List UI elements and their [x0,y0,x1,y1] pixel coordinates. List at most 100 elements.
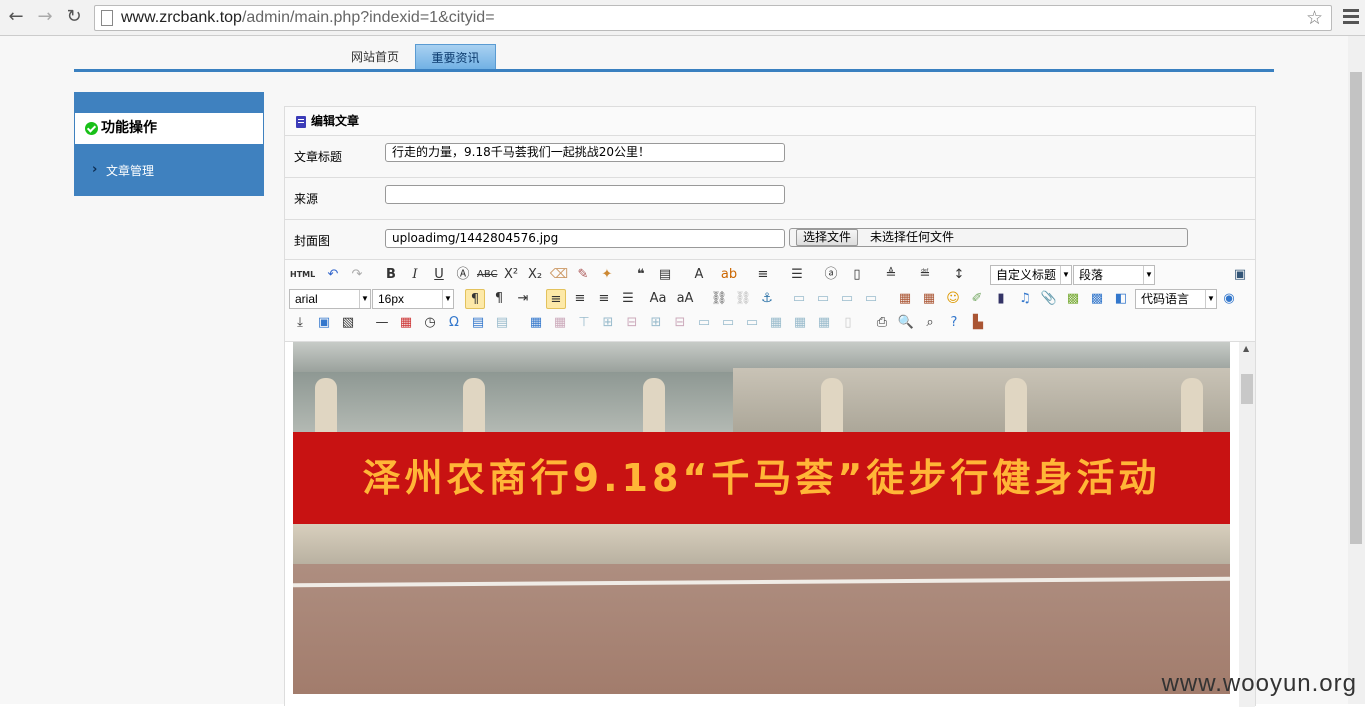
undo-icon[interactable]: ↶ [323,265,343,285]
horizontal-rule-icon[interactable]: — [372,313,392,333]
template-icon[interactable]: ▣ [314,313,334,333]
image-right-icon[interactable]: ▭ [837,289,857,309]
indent-icon[interactable]: ⇥ [513,289,533,309]
redo-icon[interactable]: ↷ [347,265,367,285]
insert-video-icon[interactable]: ▮ [991,289,1011,309]
editor-scrollbar[interactable]: ▲ [1239,342,1255,707]
merge-right-icon[interactable]: ▭ [718,313,738,333]
merge-down-icon[interactable]: ▭ [742,313,762,333]
bookmark-star-icon[interactable]: ☆ [1306,7,1323,29]
cover-input[interactable]: uploadimg/1442804576.jpg [385,229,785,248]
source-input[interactable] [385,185,785,204]
drafts-icon[interactable]: ▙ [968,313,988,333]
align-center-icon[interactable]: ≡ [570,289,590,309]
subscript-icon[interactable]: X₂ [525,265,545,285]
webapp-icon[interactable]: ◉ [1219,289,1239,309]
blockquote-icon[interactable]: ❝ [631,265,651,285]
reload-icon[interactable]: ↻ [64,7,84,27]
map-icon[interactable]: ▩ [1063,289,1083,309]
delete-row-icon[interactable]: ⊟ [622,313,642,333]
background-icon[interactable]: ▧ [338,313,358,333]
unlink-icon[interactable]: ⛓ [733,289,753,309]
word-image-icon[interactable]: ▤ [468,313,488,333]
sidebar-item-article-management[interactable]: › 文章管理 [106,162,154,179]
rtl-direction-icon[interactable]: ¶ [489,289,509,309]
align-justify-icon[interactable]: ☰ [618,289,638,309]
delete-table-icon[interactable]: ▦ [550,313,570,333]
ordered-list-icon[interactable]: ≡ [753,265,773,285]
bold-icon[interactable]: B [381,265,401,285]
snapshot-icon[interactable]: ▤ [492,313,512,333]
insert-frame-icon[interactable]: ◧ [1111,289,1131,309]
back-icon[interactable]: ← [6,7,26,27]
page-scroll-thumb[interactable] [1350,72,1362,544]
editor-scroll-thumb[interactable] [1241,374,1253,404]
link-icon[interactable]: ⛓ [709,289,729,309]
clear-doc-icon[interactable]: ▯ [847,265,867,285]
print-icon[interactable]: ⎙ [872,313,892,333]
line-height-icon[interactable]: ↕ [949,265,969,285]
highlight-color-icon[interactable]: ab [719,265,739,285]
ltr-direction-icon[interactable]: ¶ [465,289,485,309]
insert-paragraph-before-table-icon[interactable]: ⊤ [574,313,594,333]
time-icon[interactable]: ◷ [420,313,440,333]
split-to-rows-icon[interactable]: ▦ [790,313,810,333]
editor-content[interactable]: 泽州农商行9.18“千马荟”徒步行健身活动 ▲ [285,342,1255,707]
underline-icon[interactable]: U [429,265,449,285]
scroll-up-icon[interactable]: ▲ [1243,344,1249,353]
browser-menu-icon[interactable] [1343,9,1359,27]
insert-col-icon[interactable]: ⊞ [646,313,666,333]
help-icon[interactable]: ? [944,313,964,333]
italic-icon[interactable]: I [405,265,425,285]
uppercase-icon[interactable]: Aa [648,289,668,309]
insert-image-icon[interactable]: ▦ [895,289,915,309]
title-input[interactable]: 行走的力量，9.18千马荟我们一起挑战20公里！ [385,143,785,162]
fullscreen-icon[interactable]: ▣ [1230,265,1250,285]
file-chooser[interactable]: 选择文件 未选择任何文件 [789,228,1188,247]
code-language-select[interactable]: 代码语言▼ [1135,289,1217,309]
search-replace-icon[interactable]: ⌕ [920,313,940,333]
address-bar[interactable]: www.zrcbank.top/admin/main.php?indexid=1… [94,5,1332,31]
page-scrollbar[interactable] [1348,36,1365,704]
align-left-icon[interactable]: ≡ [546,289,566,309]
attachment-icon[interactable]: 📎 [1039,289,1059,309]
insert-row-icon[interactable]: ⊞ [598,313,618,333]
image-left-icon[interactable]: ▭ [813,289,833,309]
music-icon[interactable]: ♫ [1015,289,1035,309]
split-to-cells-icon[interactable]: ▦ [766,313,786,333]
paste-plain-icon[interactable]: ▤ [655,265,675,285]
tab-news[interactable]: 重要资讯 [415,44,496,70]
special-chars-icon[interactable]: Ω [444,313,464,333]
merge-cells-icon[interactable]: ▭ [694,313,714,333]
lowercase-icon[interactable]: aA [675,289,695,309]
custom-heading-select[interactable]: 自定义标题▼ [990,265,1072,285]
row-spacing-bottom-icon[interactable]: ≝ [915,265,935,285]
font-family-select[interactable]: arial▼ [289,289,371,309]
html-source-button[interactable]: HTML [290,265,310,285]
scrawl-icon[interactable]: ✐ [967,289,987,309]
split-to-cols-icon[interactable]: ▦ [814,313,834,333]
eraser-icon[interactable]: ⌫ [549,265,569,285]
tab-home[interactable]: 网站首页 [338,44,412,70]
font-color-icon[interactable]: A [689,265,709,285]
font-size-select[interactable]: 16px▼ [372,289,454,309]
emotion-icon[interactable]: ☺ [943,289,963,309]
align-right-icon[interactable]: ≡ [594,289,614,309]
auto-format-icon[interactable]: ✦ [597,265,617,285]
select-all-icon[interactable]: ⓐ [821,265,841,285]
preview-icon[interactable]: 🔍 [896,313,916,333]
date-icon[interactable]: ▦ [396,313,416,333]
delete-col-icon[interactable]: ⊟ [670,313,690,333]
unordered-list-icon[interactable]: ☰ [787,265,807,285]
strikethrough-icon[interactable]: ABC [477,265,497,285]
google-map-icon[interactable]: ▩ [1087,289,1107,309]
paragraph-select[interactable]: 段落▼ [1073,265,1155,285]
row-spacing-top-icon[interactable]: ≜ [881,265,901,285]
multi-image-icon[interactable]: ▦ [919,289,939,309]
format-painter-icon[interactable]: ✎ [573,265,593,285]
page-break-icon[interactable]: ⤓ [290,313,310,333]
font-border-icon[interactable]: Ⓐ [453,265,473,285]
image-none-icon[interactable]: ▭ [789,289,809,309]
superscript-icon[interactable]: X² [501,265,521,285]
forward-icon[interactable]: → [35,7,55,27]
